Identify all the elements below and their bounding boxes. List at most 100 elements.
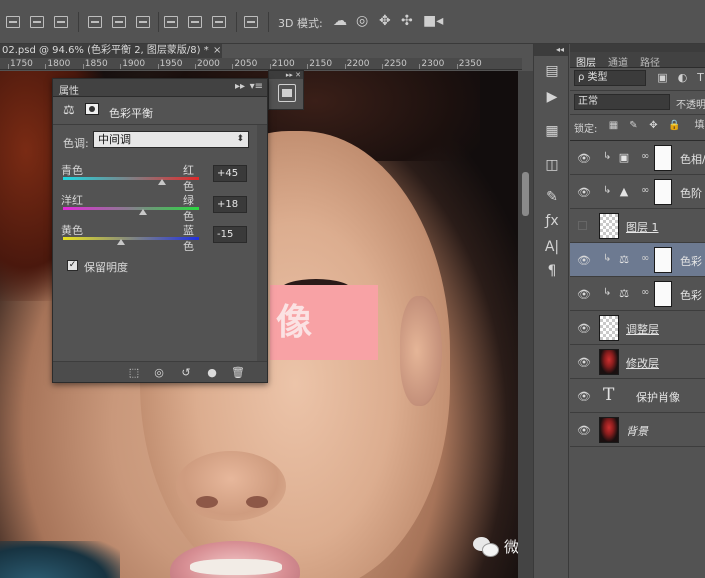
- filter-type-icon[interactable]: T: [694, 71, 705, 84]
- cyan-red-value[interactable]: +45: [213, 165, 247, 182]
- toggle-visibility-button[interactable]: ●: [203, 365, 221, 380]
- tab-channels[interactable]: 通道: [608, 54, 628, 69]
- chain-icon[interactable]: ∞: [641, 287, 649, 298]
- tab-paths[interactable]: 路径: [640, 54, 660, 69]
- mask-thumbnail[interactable]: [654, 281, 672, 307]
- teeth-region: [190, 559, 282, 575]
- swatches-grid-icon[interactable]: ▦: [543, 122, 561, 140]
- panel-menu-icon[interactable]: ▾≡: [250, 81, 263, 92]
- layer-row[interactable]: 图层 1: [570, 209, 705, 243]
- magenta-green-slider-thumb[interactable]: [139, 209, 148, 215]
- yellow-blue-slider-thumb[interactable]: [116, 239, 125, 245]
- styles-icon[interactable]: ◫: [543, 156, 561, 174]
- mask-thumbnail[interactable]: [654, 145, 672, 171]
- 3d-drag-icon[interactable]: ✥: [379, 13, 391, 29]
- eye-icon[interactable]: 👁: [577, 356, 591, 369]
- lock-position-icon[interactable]: ✥: [648, 120, 659, 131]
- photo-thumbnail: [599, 349, 619, 375]
- color-balance-icon[interactable]: ⚖: [63, 103, 75, 118]
- chain-icon[interactable]: ∞: [641, 151, 649, 162]
- distribute-right-icon[interactable]: [212, 16, 226, 28]
- layer-row[interactable]: 👁 调整层: [570, 311, 705, 345]
- close-tab-button[interactable]: ×: [213, 44, 221, 58]
- clip-to-layer-button[interactable]: ⬚: [125, 365, 143, 380]
- properties-panel-icon[interactable]: [278, 84, 296, 102]
- cyan-red-slider-thumb[interactable]: [157, 179, 166, 185]
- eye-icon[interactable]: 👁: [577, 288, 591, 301]
- distribute-hcenter-icon[interactable]: [188, 16, 202, 28]
- delete-adjustment-button[interactable]: 🗑: [229, 365, 247, 380]
- chain-icon[interactable]: ∞: [641, 253, 649, 264]
- vertical-scrollbar[interactable]: [518, 71, 533, 578]
- filter-pixel-icon[interactable]: ▣: [656, 71, 669, 84]
- mask-thumbnail[interactable]: [654, 247, 672, 273]
- 3d-roll-icon[interactable]: ◎: [356, 13, 368, 29]
- reset-button[interactable]: ↺: [177, 365, 195, 380]
- tab-layers[interactable]: 图层: [576, 54, 596, 69]
- 3d-rotate-icon[interactable]: ☁: [333, 13, 347, 29]
- layer-row[interactable]: 👁 T 保护肖像: [570, 379, 705, 413]
- blend-mode-select[interactable]: 正常: [574, 94, 670, 110]
- distribute-top-icon[interactable]: [88, 16, 102, 28]
- magenta-green-slider[interactable]: [63, 207, 199, 210]
- eye-icon[interactable]: 👁: [577, 390, 591, 403]
- layer-filter-select[interactable]: ρ 类型: [574, 70, 646, 86]
- layer-row[interactable]: 👁 背景: [570, 413, 705, 447]
- nostril-left: [196, 496, 218, 508]
- layer-row[interactable]: 👁 ↳ ▣ ∞ 色相/: [570, 141, 705, 175]
- hidden-visibility-box[interactable]: [578, 221, 587, 230]
- layers-panel: 图层 通道 路径 ρ 类型 ▣ ◐ T 正常 不透明 锁定: ▦ ✎ ✥ 🔒 填…: [570, 44, 705, 578]
- chain-icon[interactable]: ∞: [641, 185, 649, 196]
- align-center-icon[interactable]: [30, 16, 44, 28]
- eye-icon[interactable]: 👁: [577, 254, 591, 267]
- properties-scrollbar[interactable]: [257, 125, 267, 361]
- layer-row[interactable]: 👁 ↳ ⚖ ∞ 色彩: [570, 277, 705, 311]
- 3d-slide-icon[interactable]: ✣: [401, 13, 413, 29]
- eye-icon[interactable]: 👁: [577, 322, 591, 335]
- fx-icon[interactable]: ƒx: [543, 212, 561, 230]
- protect-portrait-text-box: 像: [270, 285, 378, 360]
- layer-row-selected[interactable]: 👁 ↳ ⚖ ∞ 色彩: [570, 243, 705, 277]
- ruler-tick: [195, 64, 196, 69]
- ruler-number: 2100: [271, 59, 295, 69]
- ruler-tick: [456, 64, 458, 69]
- magenta-green-value[interactable]: +18: [213, 196, 247, 213]
- cyan-red-slider[interactable]: [63, 177, 199, 180]
- eye-icon[interactable]: 👁: [577, 152, 591, 165]
- distribute-middle-icon[interactable]: [112, 16, 126, 28]
- lock-all-icon[interactable]: 🔒: [668, 120, 680, 131]
- photo-thumbnail: [599, 417, 619, 443]
- actions-play-icon[interactable]: ▶: [543, 88, 561, 106]
- strip-collapse[interactable]: ◂◂: [534, 44, 568, 56]
- character-icon[interactable]: [543, 194, 561, 212]
- distribute-bottom-icon[interactable]: [136, 16, 150, 28]
- document-tab[interactable]: 02.psd @ 94.6% (色彩平衡 2, 图层蒙版/8) *: [0, 44, 222, 58]
- eye-icon[interactable]: 👁: [577, 424, 591, 437]
- mask-thumbnail[interactable]: [654, 179, 672, 205]
- vertical-scrollbar-thumb[interactable]: [522, 172, 529, 216]
- ear-region: [400, 296, 442, 406]
- auto-align-icon[interactable]: [244, 16, 258, 28]
- layer-row[interactable]: 👁 修改层: [570, 345, 705, 379]
- align-right-icon[interactable]: [54, 16, 68, 28]
- collapsed-panel-header[interactable]: ▸▸ ✕: [269, 71, 303, 79]
- expand-icon[interactable]: ▸▸: [235, 81, 245, 92]
- character-text-icon[interactable]: A|: [543, 238, 561, 256]
- lock-transparent-icon[interactable]: ▦: [608, 120, 619, 131]
- eye-icon[interactable]: 👁: [577, 186, 591, 199]
- 3d-scale-icon[interactable]: ■◂: [423, 13, 443, 29]
- history-icon[interactable]: ▤: [543, 62, 561, 80]
- filter-adjustment-icon[interactable]: ◐: [676, 71, 689, 84]
- paragraph-icon[interactable]: ¶: [543, 262, 561, 280]
- layer-mask-icon[interactable]: [85, 103, 99, 115]
- view-previous-state-button[interactable]: ◎: [150, 365, 168, 380]
- yellow-blue-value[interactable]: -15: [213, 226, 247, 243]
- properties-panel-header[interactable]: 属性 ▸▸ ▾≡: [53, 79, 267, 97]
- preserve-luminosity-checkbox[interactable]: ✓: [67, 260, 78, 271]
- lock-image-icon[interactable]: ✎: [628, 120, 639, 131]
- yellow-blue-slider[interactable]: [63, 237, 199, 240]
- layer-row[interactable]: 👁 ↳ ▲ ∞ 色阶: [570, 175, 705, 209]
- align-left-icon[interactable]: [6, 16, 20, 28]
- tone-select[interactable]: 中间调 ⬍: [93, 131, 249, 148]
- distribute-left-icon[interactable]: [164, 16, 178, 28]
